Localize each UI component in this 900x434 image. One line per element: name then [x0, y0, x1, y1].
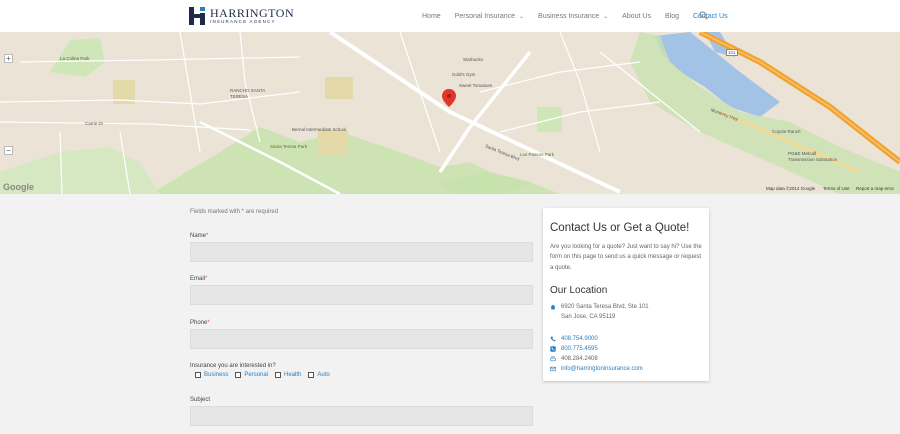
google-logo: Google: [3, 182, 34, 192]
address-row-2: San Jose, CA 95119: [561, 314, 616, 320]
option-auto[interactable]: Auto: [308, 372, 330, 378]
contact-card: Contact Us or Get a Quote! Are you looki…: [543, 208, 709, 381]
checkbox[interactable]: [235, 372, 242, 378]
map-label: La Colina Park: [60, 56, 90, 61]
search-icon[interactable]: [699, 11, 708, 20]
tollfree-row[interactable]: 800.775.4595: [550, 346, 598, 352]
name-label: Name*: [190, 233, 209, 239]
fax-icon: [550, 356, 556, 362]
chevron-down-icon: ⌄: [603, 13, 609, 20]
map-label: Starbucks: [463, 57, 484, 62]
checkbox[interactable]: [195, 372, 201, 378]
logo-tagline: INSURANCE AGENCY: [210, 19, 276, 25]
main-nav: Home Personal Insurance ⌄ Business Insur…: [422, 0, 742, 32]
nav-home[interactable]: Home: [422, 13, 441, 20]
map-label: Carrie Dr: [85, 121, 104, 126]
home-icon: [550, 304, 556, 310]
checkbox[interactable]: [308, 372, 315, 378]
map-terms-link[interactable]: Terms of Use: [823, 186, 850, 191]
insurance-question: Insurance you are interested in?: [190, 363, 276, 369]
checkbox[interactable]: [275, 372, 282, 378]
site-logo[interactable]: HARRINGTON INSURANCE AGENCY: [189, 6, 294, 26]
nav-blog[interactable]: Blog: [665, 13, 679, 20]
nav-personal-insurance[interactable]: Personal Insurance ⌄: [455, 13, 524, 20]
option-health[interactable]: Health: [275, 372, 301, 378]
option-business[interactable]: Business: [195, 372, 228, 378]
map-label: RANCHO SANTA TERESA: [230, 88, 266, 99]
map-label: Santa Teresa Park: [270, 144, 307, 149]
map-label: Sweet Tomatoes: [459, 83, 493, 88]
nav-business-insurance[interactable]: Business Insurance ⌄: [538, 13, 608, 20]
subject-label: Subject: [190, 397, 211, 403]
phone-row[interactable]: 408.754.9000: [550, 336, 598, 342]
email-row[interactable]: info@harringtoninsurance.com: [550, 366, 643, 372]
site-header: HARRINGTON INSURANCE AGENCY Home Persona…: [0, 0, 900, 32]
zoom-in-button[interactable]: +: [4, 54, 13, 63]
zoom-out-button[interactable]: −: [4, 146, 13, 155]
map-label: Gold's Gym: [452, 72, 476, 77]
insurance-options: Business Personal Health Auto: [195, 372, 337, 378]
map-label: Los Paseos Park: [520, 152, 555, 157]
map-label: Coyote Ranch: [772, 129, 801, 134]
map-graphic: [0, 32, 900, 194]
map-label: PG&E Metcalf Transmission Substation: [788, 151, 838, 162]
fax-row: 408.284.2408: [550, 356, 598, 362]
chevron-down-icon: ⌄: [519, 13, 525, 20]
phone-square-icon: [550, 346, 556, 352]
card-description: Are you looking for a quote? Just want t…: [550, 244, 702, 271]
logo-name: HARRINGTON: [210, 6, 295, 21]
subject-field[interactable]: [190, 406, 533, 426]
envelope-icon: [550, 366, 556, 372]
phone-icon: [550, 336, 556, 342]
location-heading: Our Location: [550, 285, 608, 296]
option-personal[interactable]: Personal: [235, 372, 268, 378]
phone-label: Phone*: [190, 320, 210, 326]
phone-field[interactable]: [190, 329, 533, 349]
map-data-credit: Map data ©2014 Google: [766, 186, 816, 191]
email-field[interactable]: [190, 285, 533, 305]
card-title: Contact Us or Get a Quote!: [550, 222, 690, 234]
logo-mark-icon: [189, 7, 207, 25]
email-label: Email*: [190, 276, 208, 282]
map-report-link[interactable]: Report a map error: [856, 186, 894, 191]
address-row: 6920 Santa Teresa Blvd, Ste 101: [550, 304, 649, 310]
highway-shield: 101: [726, 49, 738, 56]
name-field[interactable]: [190, 242, 533, 262]
required-note: Fields marked with * are required: [190, 209, 279, 215]
nav-about-us[interactable]: About Us: [622, 13, 651, 20]
map-label: Bernal Intermediate School: [292, 127, 347, 132]
location-map[interactable]: + − La Colina Park Carrie Dr RANCHO SANT…: [0, 32, 900, 194]
